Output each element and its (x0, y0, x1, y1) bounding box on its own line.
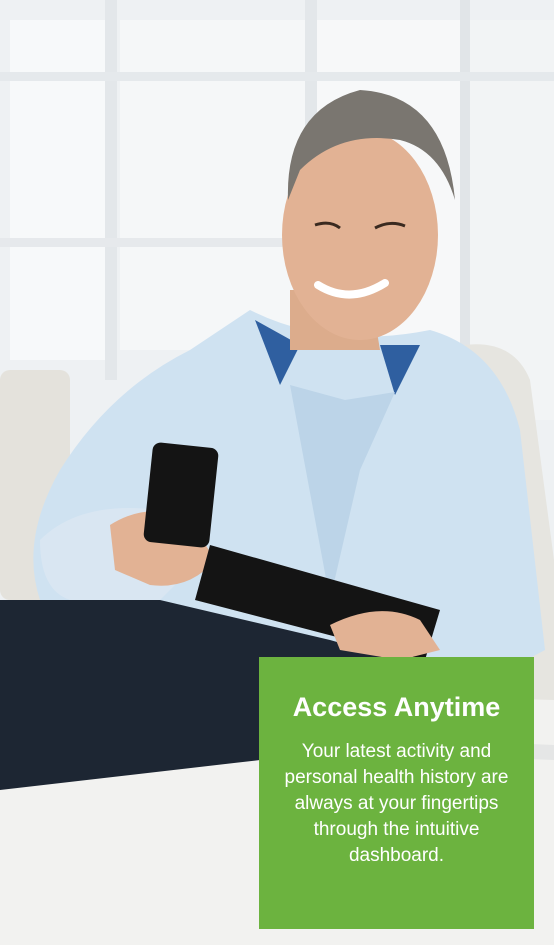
card-title: Access Anytime (292, 692, 501, 722)
card-description: Your latest activity and personal health… (284, 741, 509, 866)
feature-card: Access Anytime Your latest activity and … (259, 657, 534, 929)
hero-image-panel: Access Anytime Your latest activity and … (0, 0, 554, 945)
